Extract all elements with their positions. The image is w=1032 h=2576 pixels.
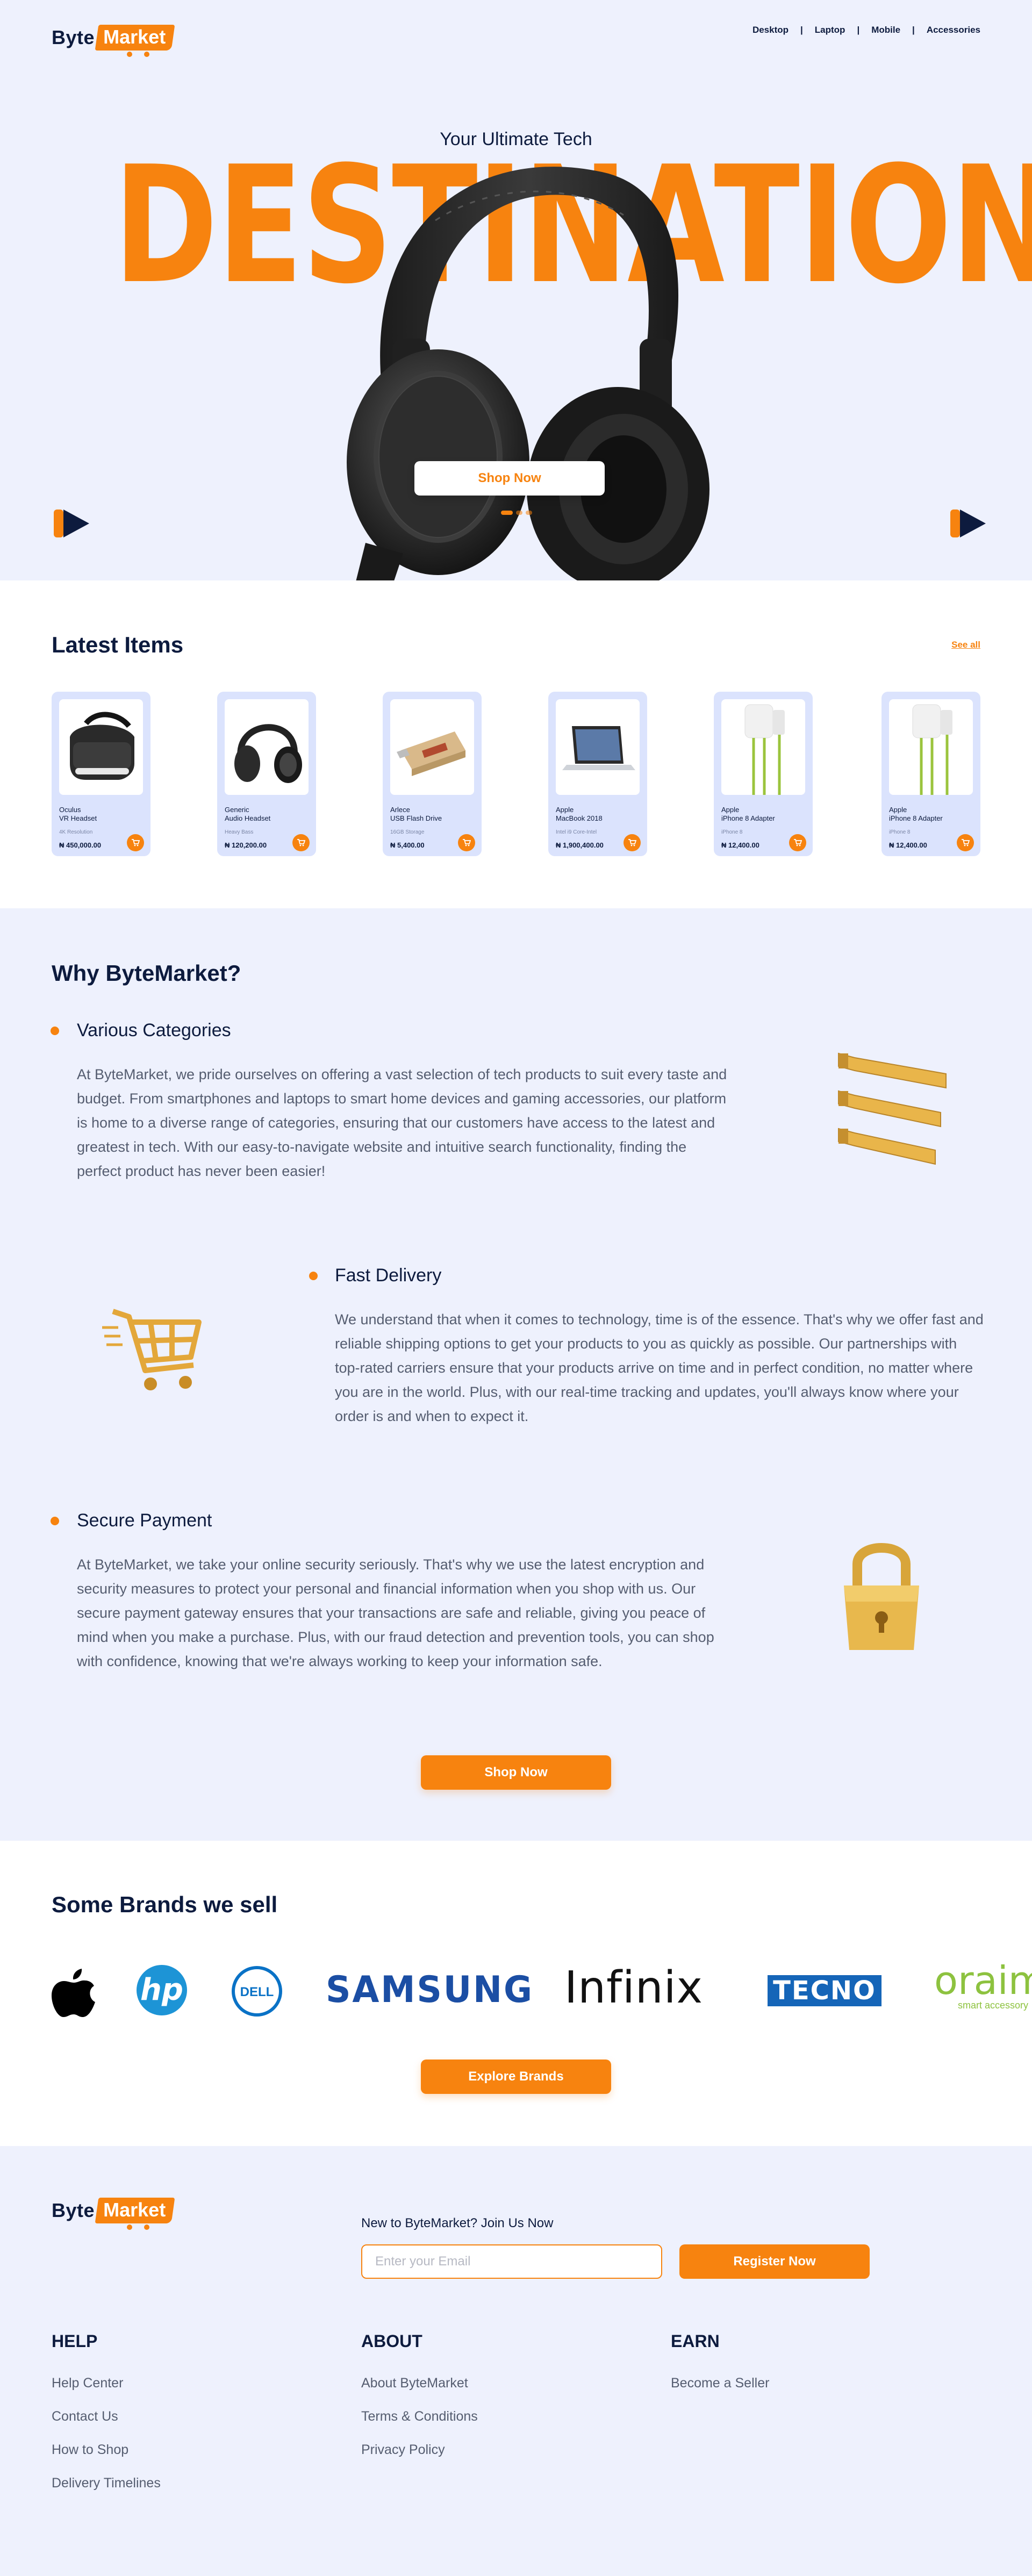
cart-icon — [102, 1309, 202, 1390]
logo[interactable]: Byte Market — [52, 25, 175, 57]
infinix-logo[interactable]: Infinix — [564, 1962, 703, 2013]
tecno-logo[interactable]: TECNO — [768, 1975, 882, 2006]
hero-shop-now-button[interactable]: Shop Now — [414, 461, 605, 496]
nav-accessories[interactable]: Accessories — [927, 25, 980, 35]
brands-title: Some Brands we sell — [52, 1892, 278, 1917]
product-card[interactable]: Oculus VR Headset 4K Resolution ₦ 450,00… — [52, 692, 150, 856]
svg-text:DELL: DELL — [240, 1985, 274, 1999]
carousel-dot[interactable] — [516, 511, 522, 515]
charger-image — [721, 699, 805, 795]
product-card[interactable]: Apple MacBook 2018 Intel i9 Core-Intel ₦… — [548, 692, 647, 856]
dell-logo[interactable]: DELL — [231, 1965, 283, 2017]
newsletter-label: New to ByteMarket? Join Us Now — [361, 2216, 554, 2230]
vr-headset-image — [59, 699, 143, 795]
why-title: Why ByteMarket? — [52, 960, 241, 986]
feature-title: Fast Delivery — [335, 1265, 442, 1286]
feature-title: Various Categories — [77, 1020, 231, 1041]
email-field[interactable] — [361, 2244, 662, 2279]
add-to-cart-button[interactable] — [624, 834, 641, 851]
see-all-link[interactable]: See all — [951, 640, 980, 650]
carousel-dots — [501, 511, 532, 515]
feature-text: At ByteMarket, we pride ourselves on off… — [77, 1066, 727, 1179]
carousel-dot[interactable] — [526, 511, 532, 515]
carousel-dot-active[interactable] — [501, 511, 513, 515]
product-card[interactable]: Apple iPhone 8 Adapter iPhone 8 ₦ 12,400… — [714, 692, 813, 856]
cart-icon — [463, 839, 471, 846]
brands-section: Some Brands we sell hp DELL SAMSUNG Infi… — [0, 1841, 1032, 2146]
footer-column-title: EARN — [671, 2331, 720, 2351]
bullet-icon — [309, 1272, 318, 1280]
add-to-cart-button[interactable] — [127, 834, 144, 851]
cart-icon — [297, 839, 305, 846]
product-card[interactable]: Apple iPhone 8 Adapter iPhone 8 ₦ 12,400… — [882, 692, 980, 856]
feature-text: At ByteMarket, we take your online secur… — [77, 1556, 714, 1669]
footer-link-how-to-shop[interactable]: How to Shop — [52, 2442, 128, 2458]
laptop-image — [556, 699, 640, 795]
footer-logo[interactable]: Byte Market — [52, 2198, 175, 2230]
register-now-button[interactable]: Register Now — [679, 2244, 870, 2279]
latest-items-section: Latest Items See all Oculus VR Headset 4… — [0, 580, 1032, 908]
padlock-icon — [844, 1543, 919, 1650]
apple-logo[interactable] — [52, 1965, 96, 2019]
footer-link-become-seller[interactable]: Become a Seller — [671, 2376, 769, 2391]
hero-section: Byte Market Desktop | Laptop | Mobile | … — [0, 0, 1032, 580]
carousel-prev-arrow-icon[interactable] — [52, 507, 91, 540]
explore-brands-button[interactable]: Explore Brands — [421, 2060, 611, 2094]
footer-column-title: HELP — [52, 2331, 98, 2351]
add-to-cart-button[interactable] — [789, 834, 806, 851]
footer-link-help-center[interactable]: Help Center — [52, 2376, 123, 2391]
bullet-icon — [51, 1027, 59, 1035]
why-shop-now-button[interactable]: Shop Now — [421, 1755, 611, 1790]
nav-desktop[interactable]: Desktop — [752, 25, 789, 35]
product-card[interactable]: Generic Audio Headset Heavy Bass ₦ 120,2… — [217, 692, 316, 856]
feature-text: We understand that when it comes to tech… — [335, 1311, 984, 1424]
cart-icon — [132, 839, 140, 846]
flash-drive-image — [390, 699, 474, 795]
feature-title: Secure Payment — [77, 1510, 212, 1531]
main-nav: Desktop | Laptop | Mobile | Accessories — [752, 25, 980, 35]
cart-icon — [628, 839, 636, 846]
footer: Byte Market New to ByteMarket? Join Us N… — [0, 2146, 1032, 2576]
footer-link-contact-us[interactable]: Contact Us — [52, 2409, 118, 2424]
bullet-icon — [51, 1517, 59, 1525]
footer-link-about[interactable]: About ByteMarket — [361, 2376, 468, 2391]
footer-column-title: ABOUT — [361, 2331, 422, 2351]
why-section: Why ByteMarket? Various Categories At By… — [0, 908, 1032, 1841]
latest-items-title: Latest Items — [52, 632, 184, 657]
charger-image — [889, 699, 973, 795]
nav-laptop[interactable]: Laptop — [815, 25, 845, 35]
nav-mobile[interactable]: Mobile — [871, 25, 900, 35]
svg-text:hp: hp — [140, 1972, 183, 2007]
footer-link-delivery-timelines[interactable]: Delivery Timelines — [52, 2475, 161, 2491]
cart-icon — [794, 839, 802, 846]
footer-link-privacy[interactable]: Privacy Policy — [361, 2442, 445, 2458]
oraimo-logo[interactable]: oraimo smart accessory — [934, 1961, 1032, 2011]
add-to-cart-button[interactable] — [292, 834, 310, 851]
categories-icon — [838, 1052, 947, 1165]
product-card[interactable]: Arlece USB Flash Drive 16GB Storage ₦ 5,… — [383, 692, 482, 856]
hp-logo[interactable]: hp — [136, 1964, 188, 2016]
footer-link-terms[interactable]: Terms & Conditions — [361, 2409, 478, 2424]
carousel-next-arrow-icon[interactable] — [948, 507, 988, 540]
add-to-cart-button[interactable] — [458, 834, 475, 851]
samsung-logo[interactable]: SAMSUNG — [326, 1969, 534, 2011]
cart-icon — [962, 839, 970, 846]
add-to-cart-button[interactable] — [957, 834, 974, 851]
headphones-image — [225, 699, 309, 795]
